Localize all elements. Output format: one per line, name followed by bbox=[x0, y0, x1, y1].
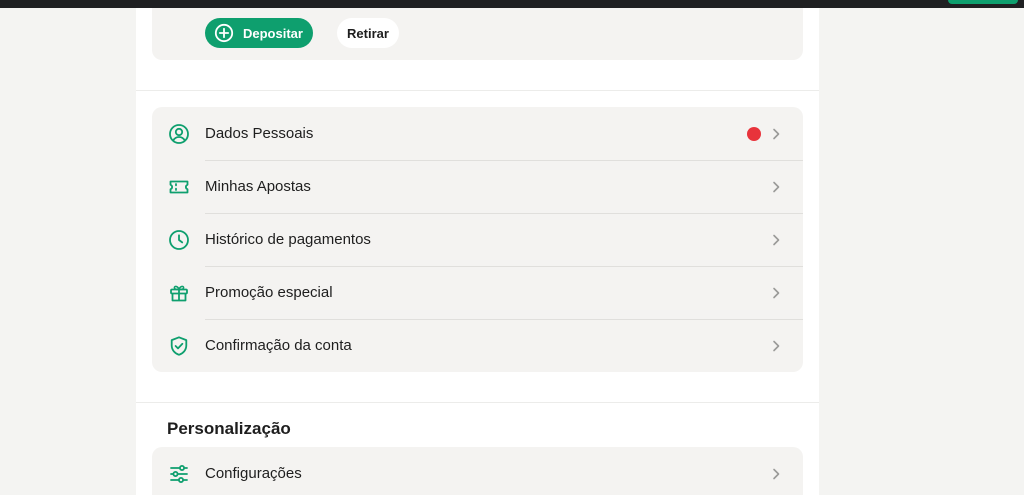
section-divider bbox=[136, 402, 819, 403]
chevron-right-icon bbox=[773, 340, 780, 351]
menu-item-my-bets[interactable]: Minhas Apostas bbox=[152, 160, 803, 213]
chevron-right-icon bbox=[773, 287, 780, 298]
chevron-right-icon bbox=[773, 128, 780, 139]
clock-icon bbox=[168, 229, 190, 251]
chevron-right-icon bbox=[773, 234, 780, 245]
withdraw-button[interactable]: Retirar bbox=[337, 18, 399, 48]
chevron-right-icon bbox=[773, 468, 780, 479]
menu-item-account-confirmation[interactable]: Confirmação da conta bbox=[152, 319, 803, 372]
menu-item-special-promotion[interactable]: Promoção especial bbox=[152, 266, 803, 319]
account-menu: Dados Pessoais Minhas Apostas Histórico … bbox=[152, 107, 803, 372]
gift-icon bbox=[168, 282, 190, 304]
menu-item-label: Confirmação da conta bbox=[205, 337, 352, 354]
browser-top-bar bbox=[0, 0, 1024, 8]
menu-item-label: Histórico de pagamentos bbox=[205, 231, 371, 248]
menu-item-payment-history[interactable]: Histórico de pagamentos bbox=[152, 213, 803, 266]
section-title-personalization: Personalização bbox=[167, 419, 291, 438]
wallet-card: Depositar Retirar bbox=[152, 8, 803, 60]
deposit-label: Depositar bbox=[243, 25, 303, 41]
shield-check-icon bbox=[168, 335, 190, 357]
sliders-icon bbox=[168, 463, 190, 485]
chevron-right-icon bbox=[773, 181, 780, 192]
notification-dot bbox=[747, 126, 761, 141]
ticket-icon bbox=[168, 176, 190, 198]
user-circle-icon bbox=[168, 123, 190, 145]
personalization-menu: Configurações bbox=[152, 447, 803, 495]
menu-item-label: Minhas Apostas bbox=[205, 178, 311, 195]
top-accent-button[interactable] bbox=[948, 0, 1018, 4]
deposit-button[interactable]: Depositar bbox=[205, 18, 313, 48]
menu-item-personal-data[interactable]: Dados Pessoais bbox=[152, 107, 803, 160]
section-divider bbox=[136, 90, 819, 91]
menu-item-label: Promoção especial bbox=[205, 284, 333, 301]
menu-item-label: Dados Pessoais bbox=[205, 125, 314, 142]
menu-item-label: Configurações bbox=[205, 465, 302, 482]
profile-panel: Depositar Retirar Dados Pessoais Minhas … bbox=[136, 8, 819, 495]
plus-circle-icon bbox=[214, 23, 234, 43]
menu-item-settings[interactable]: Configurações bbox=[152, 447, 803, 495]
